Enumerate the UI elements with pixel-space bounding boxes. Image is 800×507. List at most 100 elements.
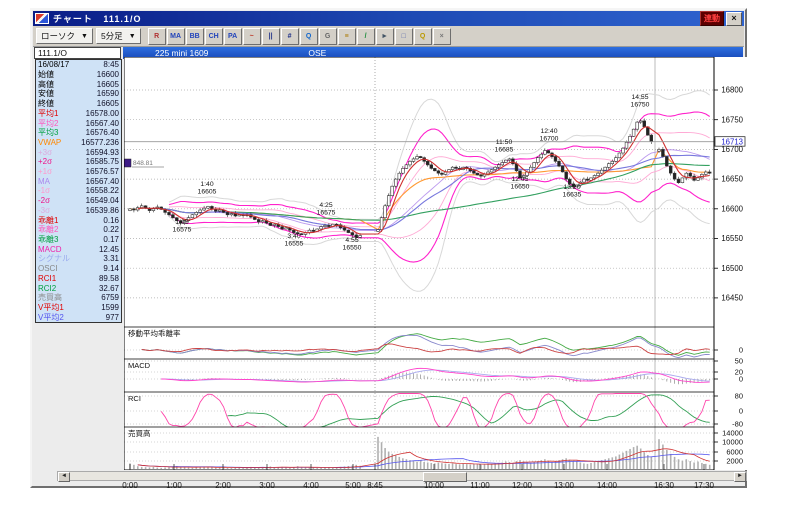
line-chart-icon[interactable]: ~ (242, 27, 261, 45)
data-row-label: 乖離3 (38, 235, 59, 245)
svg-text:1:05: 1:05 (175, 219, 188, 226)
svg-text:14:55: 14:55 (631, 94, 648, 101)
svg-text:16635: 16635 (563, 192, 582, 199)
svg-text:16750: 16750 (721, 115, 743, 124)
data-row-label: RCI2 (38, 283, 57, 293)
pa-indicator-icon[interactable]: PA (223, 27, 242, 45)
data-row-value: 16549.04 (85, 196, 119, 206)
time-axis-label: 14:00 (596, 481, 618, 490)
svg-text:13:20: 13:20 (563, 184, 580, 191)
data-row-label: シグナル (38, 254, 70, 264)
toolbar: ローソク ▼ 5分足 ▼ R MA BB CH PA ~ || # Q G ≡ / ► □ Q × (33, 26, 744, 47)
svg-text:10000: 10000 (722, 438, 743, 447)
interval-dropdown[interactable]: 5分足 ▼ (95, 28, 141, 44)
data-row-value: 9.14 (103, 264, 119, 274)
bollinger-indicator-icon[interactable]: BB (185, 27, 204, 45)
time-axis-label: 4:00 (303, 481, 319, 490)
data-row-value: 32.67 (98, 283, 119, 293)
data-row: VWAP 16577.236 (36, 138, 121, 148)
data-row-value: 0.22 (103, 225, 119, 235)
svg-text:14000: 14000 (722, 429, 743, 438)
data-row: 16/08/17 8:45 (36, 60, 121, 70)
position-marker (124, 158, 132, 168)
data-row-label: VWAP (38, 137, 62, 147)
draw-line-icon[interactable]: / (356, 27, 375, 45)
svg-text:16700: 16700 (540, 136, 559, 143)
quote-data-panel: 16/08/17 8:45 始値 16600 高値 16605 安値 16590 終値 16605… (35, 59, 122, 323)
svg-text:16600: 16600 (721, 204, 743, 213)
time-axis-label: 1:00 (166, 481, 182, 490)
ma-indicator-icon[interactable]: MA (166, 27, 185, 45)
symbol-input[interactable]: 111.1/O (34, 47, 121, 59)
select-cursor-icon[interactable]: ► (375, 27, 394, 45)
svg-text:16605: 16605 (198, 189, 217, 196)
svg-text:16550: 16550 (721, 234, 743, 243)
data-row: 始値 16600 (36, 70, 121, 80)
data-row-label: V平均1 (38, 302, 64, 312)
data-row-label: OSCI (38, 264, 58, 274)
svg-text:16800: 16800 (721, 86, 743, 95)
chevron-down-icon: ▼ (128, 32, 136, 40)
data-row: 売買高 6759 (36, 293, 121, 303)
data-row: 終値 16605 (36, 99, 121, 109)
zoom-in-icon[interactable]: Q (299, 27, 318, 45)
data-row: 安値 16590 (36, 89, 121, 99)
time-axis-label: 5:00 (345, 481, 361, 490)
title-bar[interactable]: チャート 111.1/O 連動 × (33, 11, 744, 26)
svg-text:16500: 16500 (721, 264, 743, 273)
svg-text:16685: 16685 (495, 147, 514, 154)
data-row-label: 始値 (38, 70, 54, 80)
data-row-value: 16605 (96, 79, 119, 89)
data-row-label: 平均1 (38, 108, 59, 118)
chart-window: チャート 111.1/O 連動 × ローソク ▼ 5分足 ▼ R MA BB CH PA… (30, 8, 747, 490)
svg-text:-80: -80 (732, 420, 743, 429)
data-row-label: 売買高 (38, 293, 62, 303)
compare-chart-icon[interactable]: # (280, 27, 299, 45)
data-row-label: 安値 (38, 89, 54, 99)
data-row-label: MACD (38, 244, 62, 254)
data-row: RCI1 89.58 (36, 273, 121, 283)
delete-drawing-icon[interactable]: × (432, 27, 451, 45)
search-icon[interactable]: Q (413, 27, 432, 45)
measure-icon[interactable]: ≡ (337, 27, 356, 45)
linked-badge[interactable]: 連動 (700, 11, 724, 26)
data-row: +1σ 16576.57 (36, 167, 121, 177)
data-row-value: 0.16 (103, 215, 119, 225)
time-axis-label: 12:00 (511, 481, 533, 490)
horizontal-scrollbar[interactable]: ◄ ► (57, 471, 747, 482)
svg-text:MACD: MACD (128, 361, 151, 370)
bar-chart-icon[interactable]: || (261, 27, 280, 45)
data-row: OSCI 9.14 (36, 264, 121, 274)
svg-text:RCI: RCI (128, 394, 141, 403)
svg-text:4:25: 4:25 (319, 202, 332, 209)
data-row-value: 16590 (96, 89, 119, 99)
svg-text:12:05: 12:05 (511, 176, 528, 183)
data-row-label: -3σ (38, 205, 51, 215)
toolbar-icons: R MA BB CH PA ~ || # Q G ≡ / ► □ Q × (147, 27, 451, 45)
chart-canvas[interactable]: 848.81 1:05 16575 1:40 16605 3:40 16555 4:25 165… (123, 56, 747, 471)
svg-text:16575: 16575 (317, 210, 336, 217)
data-row-value: 16594.93 (85, 147, 119, 157)
close-button[interactable]: × (726, 11, 742, 26)
data-row: MA 16567.40 (36, 176, 121, 186)
data-row: RCI2 32.67 (36, 283, 121, 293)
data-row: MACD 12.45 (36, 244, 121, 254)
data-row: 平均3 16576.40 (36, 128, 121, 138)
data-row-label: 高値 (38, 79, 54, 89)
svg-text:848.81: 848.81 (133, 160, 153, 167)
chart-style-icon[interactable]: R (147, 27, 166, 45)
eraser-icon[interactable]: □ (394, 27, 413, 45)
data-row-label: MA (38, 176, 50, 186)
svg-text:16650: 16650 (721, 175, 743, 184)
svg-text:12:40: 12:40 (540, 128, 557, 135)
settings-gear-icon[interactable]: G (318, 27, 337, 45)
data-row-value: 16567.40 (85, 118, 119, 128)
data-row-label: 平均3 (38, 128, 59, 138)
data-row-value: 3.31 (103, 254, 119, 264)
svg-text:16555: 16555 (285, 241, 304, 248)
data-row-label: RCI1 (38, 273, 57, 283)
chart-type-dropdown[interactable]: ローソク ▼ (36, 28, 93, 44)
candle-indicator-icon[interactable]: CH (204, 27, 223, 45)
data-row-label: +3σ (38, 147, 53, 157)
data-row-value: 16585.75 (85, 157, 119, 167)
